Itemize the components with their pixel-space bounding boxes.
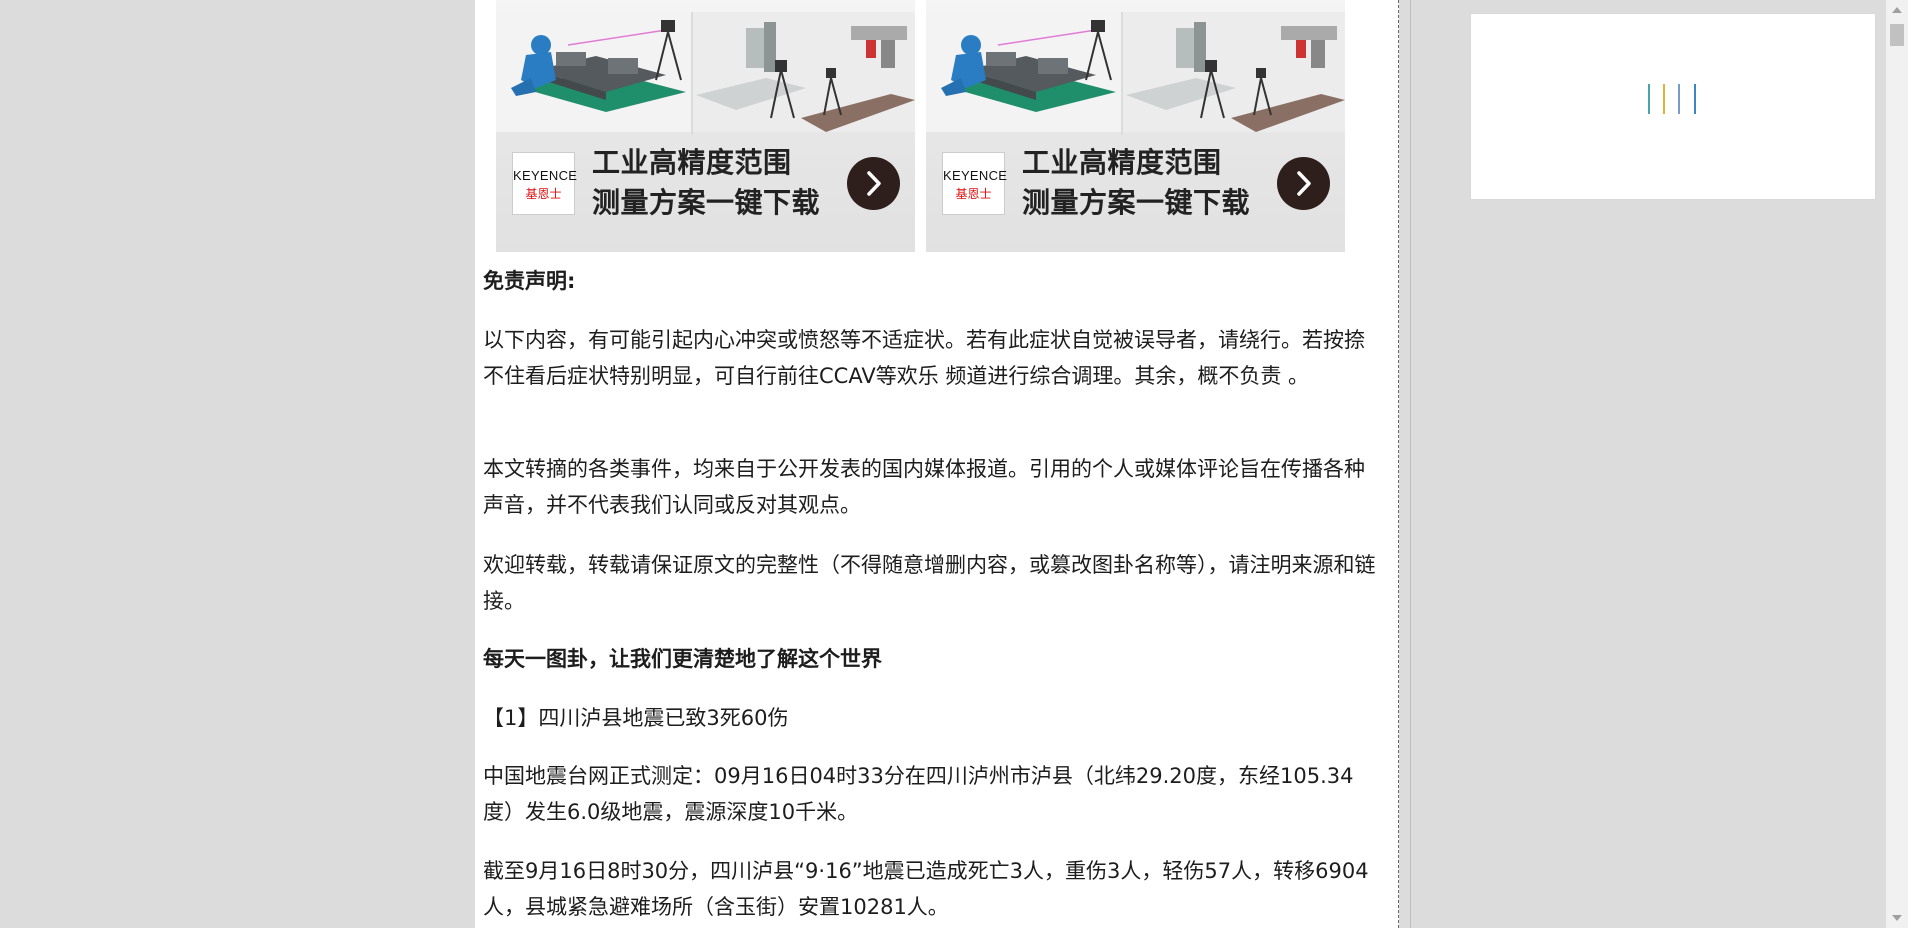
measurement-illustration [926, 12, 1345, 135]
sidebar-ad-placeholder [1470, 13, 1876, 200]
loader-bar [1648, 84, 1650, 114]
disclaimer-paragraph-3: 欢迎转载，转载请保证原文的完整性（不得随意增删内容，或篡改图卦名称等），请注明来… [483, 553, 1376, 613]
news-item-title: 【1】四川泸县地震已致3死60伤 [483, 706, 789, 730]
keyence-logo: KEYENCE 基恩士 [942, 152, 1007, 215]
divider [1410, 0, 1411, 928]
disclaimer-title: 免责声明: [483, 269, 576, 293]
loader-bar [1663, 84, 1665, 114]
chevron-right-icon [1297, 171, 1311, 196]
news-item-paragraph-1: 中国地震台网正式测定：09月16日04时33分在四川泸州市泸县（北纬29.20度… [483, 764, 1354, 824]
keyence-ad-2[interactable]: KEYENCE 基恩士 工业高精度范围 测量方案一键下载 [926, 0, 1345, 252]
article-column: KEYENCE 基恩士 工业高精度范围 测量方案一键下载 KEYENCE 基恩士… [475, 0, 1399, 928]
news-item-paragraph-2: 截至9月16日8时30分，四川泸县“9·16”地震已造成死亡3人，重伤3人，轻伤… [483, 859, 1369, 919]
keyence-ad-1[interactable]: KEYENCE 基恩士 工业高精度范围 测量方案一键下载 [496, 0, 915, 252]
vertical-scrollbar[interactable] [1886, 0, 1908, 928]
chevron-right-button[interactable] [847, 157, 900, 210]
ad-headline: 工业高精度范围 测量方案一键下载 [1022, 146, 1251, 219]
chevron-right-button[interactable] [1277, 157, 1330, 210]
chevron-right-icon [867, 171, 881, 196]
disclaimer-paragraph-2: 本文转摘的各类事件，均来自于公开发表的国内媒体报道。引用的个人或媒体评论旨在传播… [483, 457, 1365, 517]
ad-headline: 工业高精度范围 测量方案一键下载 [592, 146, 821, 219]
scroll-down-icon[interactable] [1892, 915, 1902, 921]
measurement-illustration [496, 12, 915, 135]
loader-bar [1694, 84, 1696, 114]
disclaimer-paragraph-1: 以下内容，有可能引起内心冲突或愤怒等不适症状。若有此症状自觉被误导者，请绕行。若… [483, 328, 1365, 388]
slogan: 每天一图卦，让我们更清楚地了解这个世界 [483, 647, 882, 671]
ad-banner-row: KEYENCE 基恩士 工业高精度范围 测量方案一键下载 KEYENCE 基恩士… [496, 0, 1346, 252]
keyence-logo: KEYENCE 基恩士 [512, 152, 577, 215]
loader-bar [1678, 84, 1680, 114]
scroll-up-icon[interactable] [1892, 7, 1902, 13]
scrollbar-thumb[interactable] [1890, 24, 1904, 46]
